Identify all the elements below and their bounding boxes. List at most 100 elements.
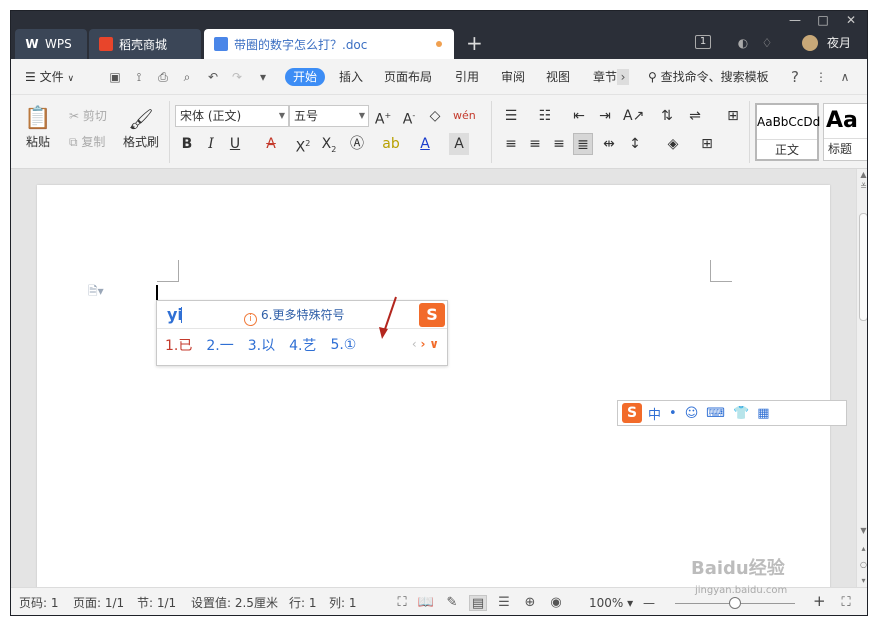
- status-page-number[interactable]: 页码: 1: [19, 595, 59, 611]
- menu-page-layout[interactable]: 页面布局: [384, 68, 432, 86]
- redo-icon[interactable]: ↷: [229, 69, 245, 85]
- status-row[interactable]: 行: 1: [289, 595, 317, 611]
- unsaved-dot[interactable]: [436, 41, 442, 47]
- ime-next-icon[interactable]: ›: [420, 337, 425, 351]
- ime-more-symbols[interactable]: i 6.更多特殊符号: [244, 307, 344, 326]
- document-page[interactable]: 🗎▾: [37, 185, 830, 587]
- zoom-level[interactable]: 100% ▾: [589, 595, 633, 611]
- paragraph-layout-icon[interactable]: 🗎▾: [88, 282, 104, 303]
- scroll-up-icon[interactable]: ▲: [857, 169, 867, 181]
- help-icon[interactable]: ?: [787, 69, 803, 85]
- avatar[interactable]: [802, 35, 818, 51]
- share-icon[interactable]: ◐: [735, 35, 751, 51]
- table-grid-icon[interactable]: ⊞: [723, 105, 743, 127]
- font-color-icon[interactable]: A: [415, 133, 435, 155]
- quick-access-more-icon[interactable]: ▾: [255, 69, 271, 85]
- close-button[interactable]: ✕: [837, 11, 865, 29]
- superscript-icon[interactable]: X2: [293, 133, 313, 156]
- eye-protect-icon[interactable]: ◉: [547, 595, 565, 611]
- align-center-icon[interactable]: ≡: [525, 133, 545, 155]
- underline-icon[interactable]: U: [225, 133, 245, 155]
- distribute-icon[interactable]: ⇹: [599, 133, 619, 155]
- reading-mode-icon[interactable]: 📖: [417, 595, 435, 611]
- style-heading[interactable]: Aa 标题: [823, 103, 867, 161]
- collapse-ribbon-icon[interactable]: ∧: [837, 69, 853, 85]
- numbering-icon[interactable]: ☷: [535, 105, 555, 127]
- browse-object-icon[interactable]: ○: [857, 559, 867, 571]
- print-preview-icon[interactable]: ⌕: [179, 69, 195, 85]
- highlight-icon[interactable]: ab: [381, 133, 401, 155]
- borders-icon[interactable]: ⊞: [697, 133, 717, 155]
- ime-candidate-5[interactable]: 5.①: [330, 337, 356, 353]
- justify-icon[interactable]: ≣: [573, 133, 593, 155]
- shrink-font-icon[interactable]: A-: [399, 105, 419, 128]
- fullscreen-icon[interactable]: ⛶: [393, 595, 411, 611]
- more-icon[interactable]: ⋮: [813, 69, 829, 85]
- sort-icon[interactable]: ⇅: [657, 105, 677, 127]
- status-column[interactable]: 列: 1: [329, 595, 357, 611]
- print-icon[interactable]: ⎙: [155, 69, 171, 85]
- italic-icon[interactable]: I: [201, 133, 221, 155]
- file-menu[interactable]: ☰ 文件 ∨: [25, 68, 74, 86]
- shading-icon[interactable]: ◈: [663, 133, 683, 155]
- zoom-in-button[interactable]: +: [813, 593, 826, 609]
- menu-scroll-right-icon[interactable]: ›: [617, 69, 629, 85]
- web-view-icon[interactable]: ⊕: [521, 595, 539, 611]
- sogou-logo-icon[interactable]: S: [622, 403, 642, 423]
- tab-daoke-store[interactable]: 稻壳商城: [89, 29, 201, 59]
- align-left-icon[interactable]: ≡: [501, 133, 521, 155]
- ime-candidate-3[interactable]: 3.以: [248, 335, 275, 355]
- show-marks-icon[interactable]: ⇌: [685, 105, 705, 127]
- style-normal[interactable]: AaBbCcDd 正文: [755, 103, 820, 161]
- ime-candidate-2[interactable]: 2.一: [206, 335, 233, 355]
- status-pages[interactable]: 页面: 1/1: [73, 595, 124, 611]
- ime-chinese-mode[interactable]: 中: [648, 404, 661, 423]
- maximize-button[interactable]: □: [809, 11, 837, 29]
- page-view-icon[interactable]: ▤: [469, 595, 487, 611]
- text-direction-icon[interactable]: A↗: [623, 105, 644, 127]
- ime-punct-icon[interactable]: •: [669, 406, 677, 421]
- ime-candidate-1[interactable]: 1.已: [165, 335, 192, 355]
- scroll-down-icon[interactable]: ▼: [857, 525, 867, 537]
- zoom-out-button[interactable]: —: [643, 595, 655, 611]
- increase-indent-icon[interactable]: ⇥: [595, 105, 615, 127]
- ime-candidate-4[interactable]: 4.艺: [289, 335, 316, 355]
- paste-button[interactable]: 📋 粘贴: [21, 105, 55, 150]
- menu-references[interactable]: 引用: [455, 68, 479, 86]
- ime-emoji-icon[interactable]: ☺: [685, 406, 699, 421]
- menu-home[interactable]: 开始: [285, 68, 326, 86]
- minimize-button[interactable]: —: [781, 11, 809, 29]
- prev-page-icon[interactable]: ▴: [857, 543, 867, 555]
- save-icon[interactable]: ▣: [107, 69, 123, 85]
- grow-font-icon[interactable]: A+: [373, 105, 393, 128]
- tab-document[interactable]: 带圈的数字怎么打？.doc: [204, 29, 454, 59]
- fit-window-icon[interactable]: ⛶: [837, 595, 855, 611]
- next-page-icon[interactable]: ▾: [857, 575, 867, 587]
- font-size-combo[interactable]: 五号 ▼: [289, 105, 369, 127]
- menu-chapter[interactable]: 章节: [593, 68, 617, 86]
- menu-insert[interactable]: 插入: [339, 68, 363, 86]
- username[interactable]: 夜月: [827, 35, 851, 51]
- new-tab-button[interactable]: +: [466, 31, 483, 55]
- status-section[interactable]: 节: 1/1: [137, 595, 176, 611]
- ime-toolbox-icon[interactable]: ▦: [757, 406, 769, 421]
- undo-icon[interactable]: ↶: [205, 69, 221, 85]
- strikethrough-icon[interactable]: A: [261, 133, 281, 155]
- window-count-badge[interactable]: 1: [695, 35, 711, 49]
- vertical-scrollbar[interactable]: ▲ ≚ ▼ ▴ ○ ▾: [856, 169, 867, 587]
- copy-button[interactable]: ⧉ 复制: [69, 133, 105, 151]
- status-setting[interactable]: 设置值: 2.5厘米: [191, 595, 278, 611]
- char-shading-icon[interactable]: A: [449, 133, 469, 155]
- pinyin-guide-icon[interactable]: wén: [453, 105, 476, 127]
- ime-keyboard-icon[interactable]: ⌨: [706, 406, 725, 421]
- command-search[interactable]: ⚲ 查找命令、搜索模板: [648, 68, 769, 86]
- menu-review[interactable]: 审阅: [501, 68, 525, 86]
- share-doc-icon[interactable]: ⟟: [131, 69, 147, 85]
- scroll-thumb[interactable]: [859, 213, 867, 321]
- ime-skin-icon[interactable]: 👕: [733, 406, 749, 421]
- font-name-combo[interactable]: 宋体 (正文) ▼: [175, 105, 289, 127]
- bold-icon[interactable]: B: [177, 133, 197, 155]
- bullets-icon[interactable]: ☰: [501, 105, 521, 127]
- decrease-indent-icon[interactable]: ⇤: [569, 105, 589, 127]
- clear-format-icon[interactable]: ◇: [425, 105, 445, 127]
